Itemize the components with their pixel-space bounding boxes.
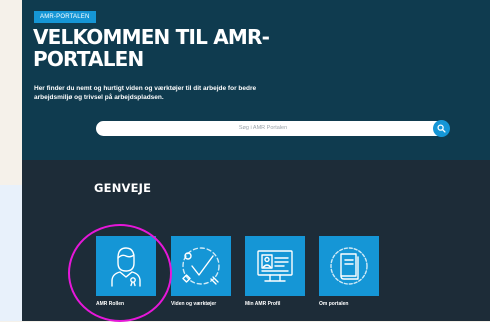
- tile-label[interactable]: Viden og værktøjer: [171, 301, 231, 308]
- search-input[interactable]: Søg i AMR Portalen: [96, 121, 430, 136]
- profile-screen-icon: [257, 250, 293, 282]
- page-background-bottom: [0, 185, 22, 321]
- tile-min-amr-profil[interactable]: Min AMR Profil: [245, 236, 305, 308]
- tile-label[interactable]: Min AMR Profil: [245, 301, 305, 308]
- book-icon: [330, 247, 368, 285]
- tools-check-icon: [182, 247, 220, 285]
- shortcuts-title: GENVEJE: [94, 181, 152, 195]
- tile-om-portalen[interactable]: Om portalen: [319, 236, 379, 308]
- page-background-top: [0, 0, 22, 160]
- tile-box[interactable]: [319, 236, 379, 296]
- portal-badge[interactable]: AMR-PORTALEN: [34, 11, 96, 23]
- search-button[interactable]: [433, 120, 450, 137]
- highlight-circle: [68, 224, 172, 322]
- page-subtitle: Her finder du nemt og hurtigt viden og v…: [34, 85, 257, 101]
- tile-box[interactable]: [171, 236, 231, 296]
- search-icon: [437, 124, 446, 133]
- tile-label[interactable]: Om portalen: [319, 301, 379, 308]
- tile-box[interactable]: [245, 236, 305, 296]
- tile-viden-og-vaerktoejer[interactable]: Viden og værktøjer: [171, 236, 231, 308]
- search-bar[interactable]: Søg i AMR Portalen: [96, 120, 450, 137]
- hero-banner: AMR-PORTALEN VELKOMMEN TIL AMR-PORTALEN …: [22, 0, 490, 160]
- page-title: VELKOMMEN TIL AMR-PORTALEN: [33, 25, 270, 71]
